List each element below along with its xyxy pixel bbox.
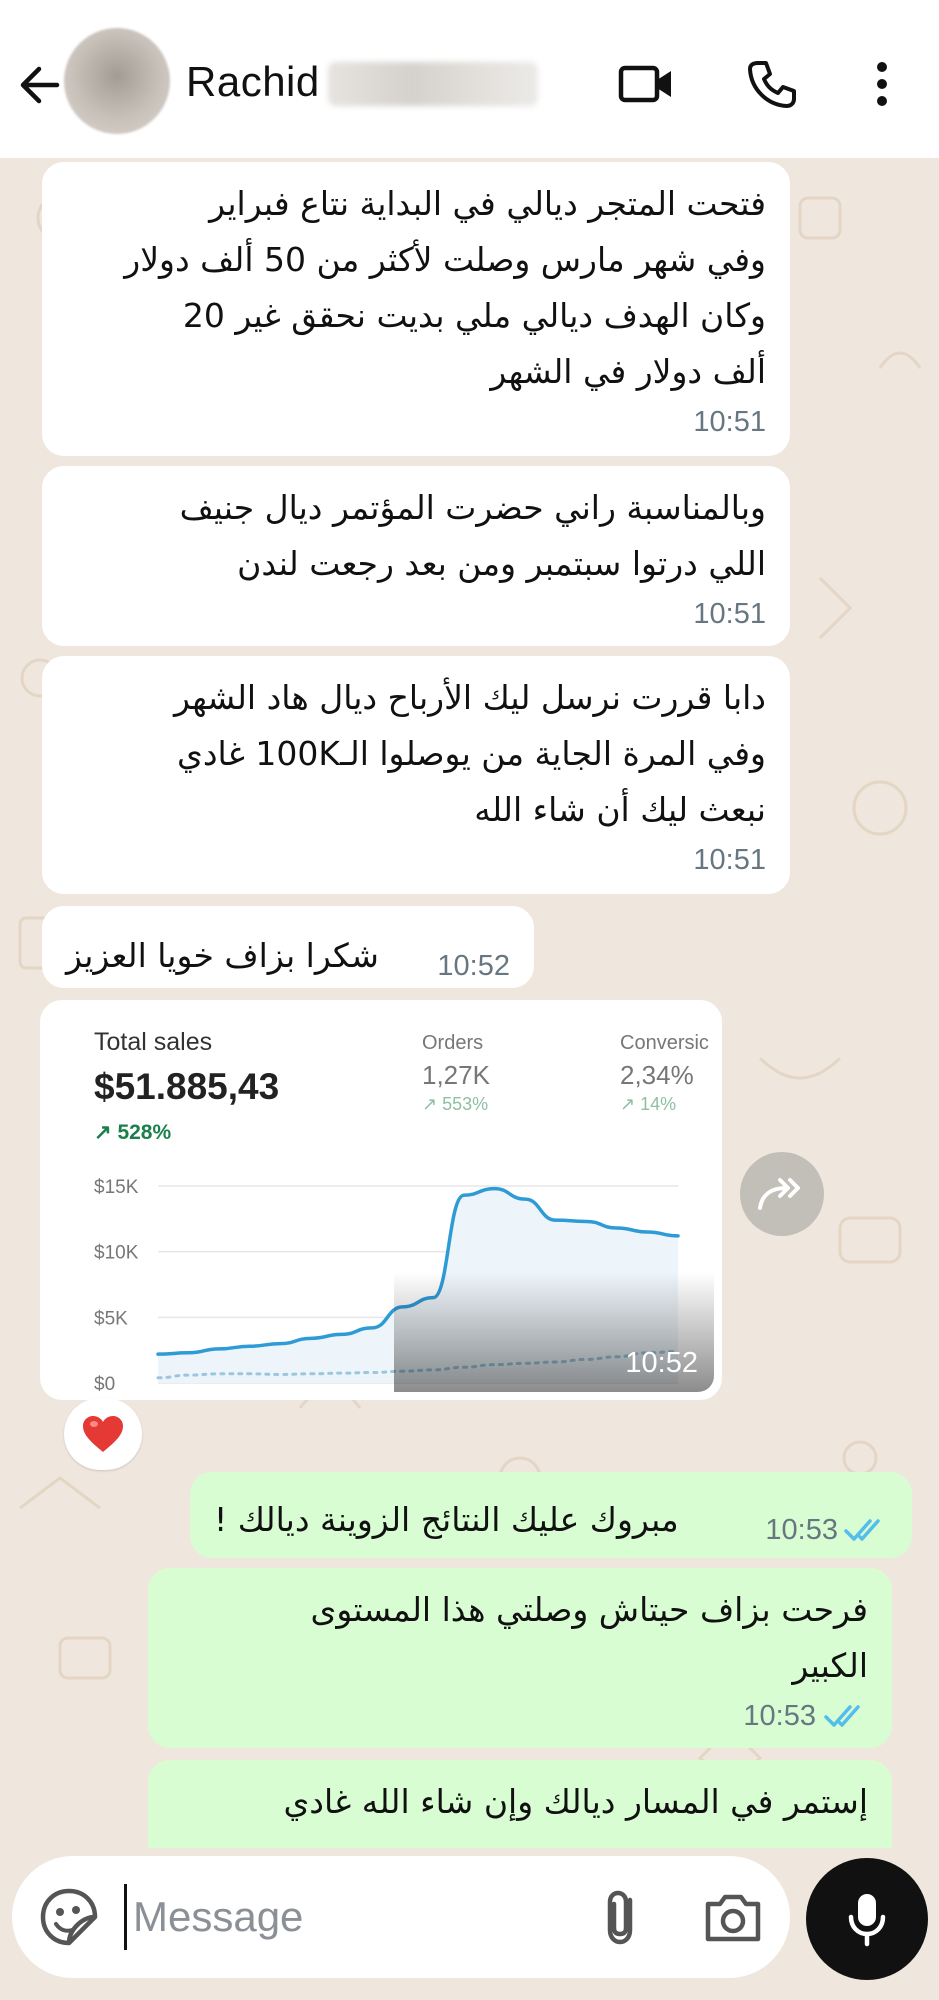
- chat-header: Rachid: [0, 0, 939, 158]
- message-time: 10:53: [765, 1514, 838, 1546]
- message-time: 10:52: [625, 1347, 698, 1379]
- image-message[interactable]: Total sales $51.885,43 ↗ 528% Orders 1,2…: [40, 1000, 722, 1400]
- contact-surname-blurred: [328, 62, 538, 106]
- camera-icon[interactable]: [702, 1888, 764, 1948]
- contact-name[interactable]: Rachid: [186, 58, 320, 106]
- read-ticks-icon: [824, 1705, 860, 1727]
- message-bubble-incoming[interactable]: شكرا بزاف خويا العزيز 10:52: [42, 906, 534, 988]
- message-time: 10:53: [743, 1700, 816, 1732]
- message-text: دابا قررت نرسل ليك الأرباح ديال هاد الشه…: [174, 678, 766, 829]
- message-bubble-incoming[interactable]: فتحت المتجر ديالي في البداية نتاع فبراير…: [42, 162, 790, 456]
- message-text: مبروك عليك النتائج الزوينة ديالك !: [214, 1500, 679, 1539]
- sales-screenshot[interactable]: Total sales $51.885,43 ↗ 528% Orders 1,2…: [48, 1008, 714, 1392]
- read-ticks-icon: [844, 1519, 880, 1541]
- message-text: فتحت المتجر ديالي في البداية نتاع فبراير…: [124, 184, 766, 391]
- message-bubble-outgoing[interactable]: مبروك عليك النتائج الزوينة ديالك ! 10:53: [190, 1472, 912, 1558]
- message-text: إستمر في المسار ديالك وإن شاء الله غادي: [283, 1782, 868, 1821]
- reaction-heart-icon[interactable]: [64, 1398, 142, 1470]
- message-time: 10:51: [693, 406, 766, 438]
- forward-icon[interactable]: [740, 1152, 824, 1236]
- message-input[interactable]: [124, 1884, 584, 1950]
- message-time: 10:52: [437, 950, 510, 982]
- message-input-bar: [12, 1856, 790, 1978]
- y-tick-label: $5K: [94, 1308, 128, 1329]
- video-call-icon[interactable]: [614, 52, 678, 116]
- message-text: فرحت بزاف حيتاش وصلتي هذا المستوى الكبير: [310, 1590, 868, 1685]
- message-bubble-outgoing[interactable]: فرحت بزاف حيتاش وصلتي هذا المستوى الكبير…: [148, 1568, 892, 1748]
- message-text: وبالمناسبة راني حضرت المؤتمر ديال جنيف ا…: [179, 488, 766, 583]
- y-tick-label: $0: [94, 1374, 115, 1392]
- message-time: 10:51: [693, 598, 766, 630]
- mic-icon[interactable]: [806, 1858, 928, 1980]
- message-bubble-outgoing[interactable]: إستمر في المسار ديالك وإن شاء الله غادي: [148, 1760, 892, 1848]
- avatar[interactable]: [64, 28, 170, 134]
- more-vert-icon[interactable]: [850, 52, 914, 116]
- message-bubble-incoming[interactable]: دابا قررت نرسل ليك الأرباح ديال هاد الشه…: [42, 656, 790, 894]
- phone-icon[interactable]: [740, 52, 804, 116]
- y-tick-label: $15K: [94, 1177, 139, 1198]
- chat-area[interactable]: فتحت المتجر ديالي في البداية نتاع فبراير…: [0, 158, 939, 1848]
- sticker-icon[interactable]: [38, 1886, 100, 1948]
- message-text: شكرا بزاف خويا العزيز: [66, 936, 379, 975]
- message-time: 10:51: [693, 844, 766, 876]
- y-tick-label: $10K: [94, 1243, 139, 1264]
- attach-icon[interactable]: [592, 1886, 654, 1948]
- back-arrow-icon[interactable]: [14, 60, 64, 110]
- message-bubble-incoming[interactable]: وبالمناسبة راني حضرت المؤتمر ديال جنيف ا…: [42, 466, 790, 646]
